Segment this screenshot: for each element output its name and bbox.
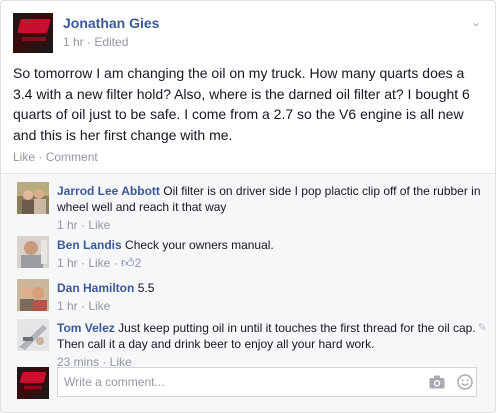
post-header: Jonathan Gies 1 hr · Edited ⌄ <box>13 13 483 53</box>
author-avatar[interactable] <box>13 13 53 53</box>
post-text: So tomorrow I am changing the oil on my … <box>13 65 470 143</box>
comment-link[interactable]: Comment <box>46 150 98 164</box>
comment-text: 5.5 <box>137 281 155 295</box>
post-timestamp[interactable]: 1 hr · Edited <box>63 35 128 49</box>
post-card: Jonathan Gies 1 hr · Edited ⌄ So tomorro… <box>0 0 496 413</box>
chevron-down-icon[interactable]: ⌄ <box>469 15 483 29</box>
pencil-icon[interactable]: ✎ <box>478 321 487 334</box>
comment-body: Jarrod Lee Abbott Oil filter is on drive… <box>57 183 485 233</box>
commenter-name[interactable]: Tom Velez <box>57 321 115 335</box>
current-user-avatar <box>17 367 49 399</box>
comment-input[interactable]: Write a comment... <box>57 367 477 397</box>
camera-icon[interactable] <box>429 375 445 389</box>
commenter-avatar[interactable] <box>17 236 49 268</box>
post-actions: Like · Comment <box>13 150 98 164</box>
commenter-name[interactable]: Ben Landis <box>57 238 122 252</box>
commenter-avatar[interactable] <box>17 279 49 311</box>
comment-body: Dan Hamilton 5.5 1 hr · Like <box>57 280 485 314</box>
like-count[interactable]: 2 <box>135 256 142 270</box>
comments-section: Jarrod Lee Abbott Oil filter is on drive… <box>1 173 495 412</box>
comment-meta[interactable]: 1 hr · Like <box>57 298 485 314</box>
comment-composer: Write a comment... <box>17 367 479 401</box>
emoji-icon[interactable] <box>457 374 473 390</box>
thumbs-up-icon[interactable]: 👍︎ <box>121 255 135 270</box>
commenter-name[interactable]: Jarrod Lee Abbott <box>57 184 160 198</box>
comment-meta-text[interactable]: 1 hr · Like · <box>57 256 121 270</box>
commenter-name[interactable]: Dan Hamilton <box>57 281 134 295</box>
comment-meta: 1 hr · Like · 👍︎2 <box>57 255 485 271</box>
comment-meta[interactable]: 1 hr · Like <box>57 217 485 233</box>
author-name[interactable]: Jonathan Gies <box>63 15 159 31</box>
commenter-avatar[interactable] <box>17 319 49 351</box>
like-link[interactable]: Like <box>13 150 35 164</box>
comment-text: Check your owners manual. <box>125 238 274 252</box>
comment-text: Just keep putting oil in until it touche… <box>57 321 476 351</box>
comment-body: Tom Velez Just keep putting oil in until… <box>57 320 485 370</box>
commenter-avatar[interactable] <box>17 182 49 214</box>
separator: · <box>38 150 43 164</box>
comment-body: Ben Landis Check your owners manual. 1 h… <box>57 237 485 271</box>
